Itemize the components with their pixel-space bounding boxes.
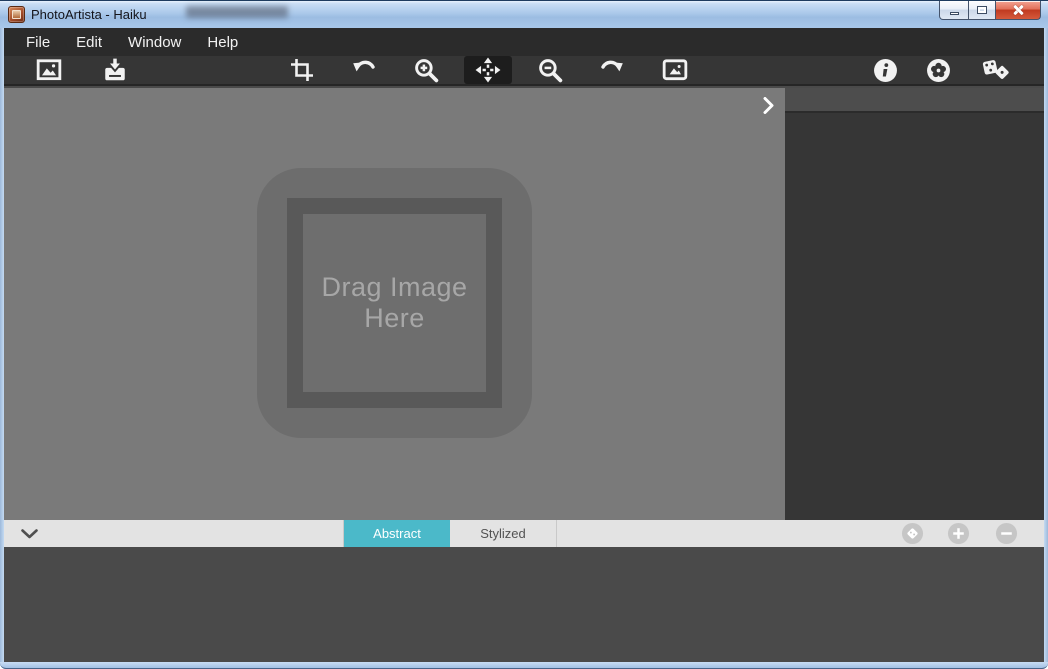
menu-window[interactable]: Window	[115, 30, 194, 55]
image-drop-zone[interactable]: Drag Image Here	[257, 168, 532, 438]
title-bar: PhotoArtista - Haiku	[0, 0, 1048, 28]
canvas: Drag Image Here	[4, 88, 785, 520]
crop-icon	[290, 58, 314, 82]
photoartista-logo-icon	[8, 6, 25, 23]
toolbar	[4, 56, 1044, 86]
export-image-button[interactable]	[91, 56, 139, 84]
tab-stylized[interactable]: Stylized	[450, 520, 557, 547]
minimize-button[interactable]	[939, 1, 969, 20]
save-tray-icon	[102, 57, 128, 83]
menu-edit[interactable]: Edit	[63, 30, 115, 55]
preview-button[interactable]	[651, 56, 699, 84]
drop-frame: Drag Image Here	[287, 198, 502, 408]
move-button[interactable]	[464, 56, 512, 84]
window-border-bottom	[0, 662, 1048, 669]
minus-icon	[995, 522, 1018, 545]
plus-icon	[947, 522, 970, 545]
rotate-right-button[interactable]	[588, 56, 636, 84]
random-preset-button[interactable]	[901, 522, 924, 545]
picture-icon	[662, 57, 688, 83]
close-icon	[1012, 4, 1024, 16]
side-panel	[785, 88, 1044, 520]
chevron-down-icon	[21, 529, 38, 539]
zoom-out-icon	[538, 58, 563, 83]
window-controls	[940, 1, 1041, 20]
randomize-button[interactable]	[972, 56, 1020, 84]
zoom-in-button[interactable]	[402, 56, 450, 84]
window-border-left	[0, 28, 4, 662]
info-icon	[873, 58, 898, 83]
preset-strip-panel	[4, 547, 1044, 662]
picture-frame-icon	[36, 57, 62, 83]
maximize-button[interactable]	[968, 1, 996, 20]
window-border-right	[1044, 28, 1048, 662]
preset-bar: Abstract Stylized	[4, 520, 1044, 547]
menu-bar: File Edit Window Help	[4, 28, 1044, 56]
info-button[interactable]	[861, 56, 909, 84]
menu-file[interactable]: File	[13, 30, 63, 55]
drop-zone-text: Drag Image Here	[305, 272, 485, 334]
rotate-left-button[interactable]	[340, 56, 388, 84]
tab-abstract[interactable]: Abstract	[343, 520, 450, 547]
add-preset-button[interactable]	[947, 522, 970, 545]
zoom-in-icon	[414, 58, 439, 83]
remove-preset-button[interactable]	[995, 522, 1018, 545]
rotate-right-arrow-icon	[599, 58, 625, 82]
main-area: Drag Image Here	[4, 88, 1044, 520]
app-window: PhotoArtista - Haiku File Edit Window He…	[0, 0, 1048, 669]
zoom-out-button[interactable]	[526, 56, 574, 84]
settings-button[interactable]	[914, 56, 962, 84]
dice-icon	[901, 522, 924, 545]
flower-gear-icon	[926, 58, 951, 83]
close-button[interactable]	[995, 1, 1041, 20]
collapse-panel-button[interactable]	[16, 523, 42, 544]
side-panel-header	[785, 88, 1044, 113]
window-title: PhotoArtista - Haiku	[31, 7, 147, 22]
dice-icon	[981, 57, 1011, 83]
rotate-left-arrow-icon	[351, 58, 377, 82]
move-arrows-icon	[475, 57, 501, 83]
maximize-icon	[977, 6, 987, 14]
crop-button[interactable]	[278, 56, 326, 84]
panel-toggle-button[interactable]	[757, 94, 779, 116]
menu-help[interactable]: Help	[194, 30, 251, 55]
blurred-watermark	[186, 6, 288, 18]
open-image-button[interactable]	[25, 56, 73, 84]
minimize-icon	[950, 12, 959, 15]
app-body: File Edit Window Help	[4, 28, 1044, 662]
chevron-right-icon	[763, 97, 774, 114]
